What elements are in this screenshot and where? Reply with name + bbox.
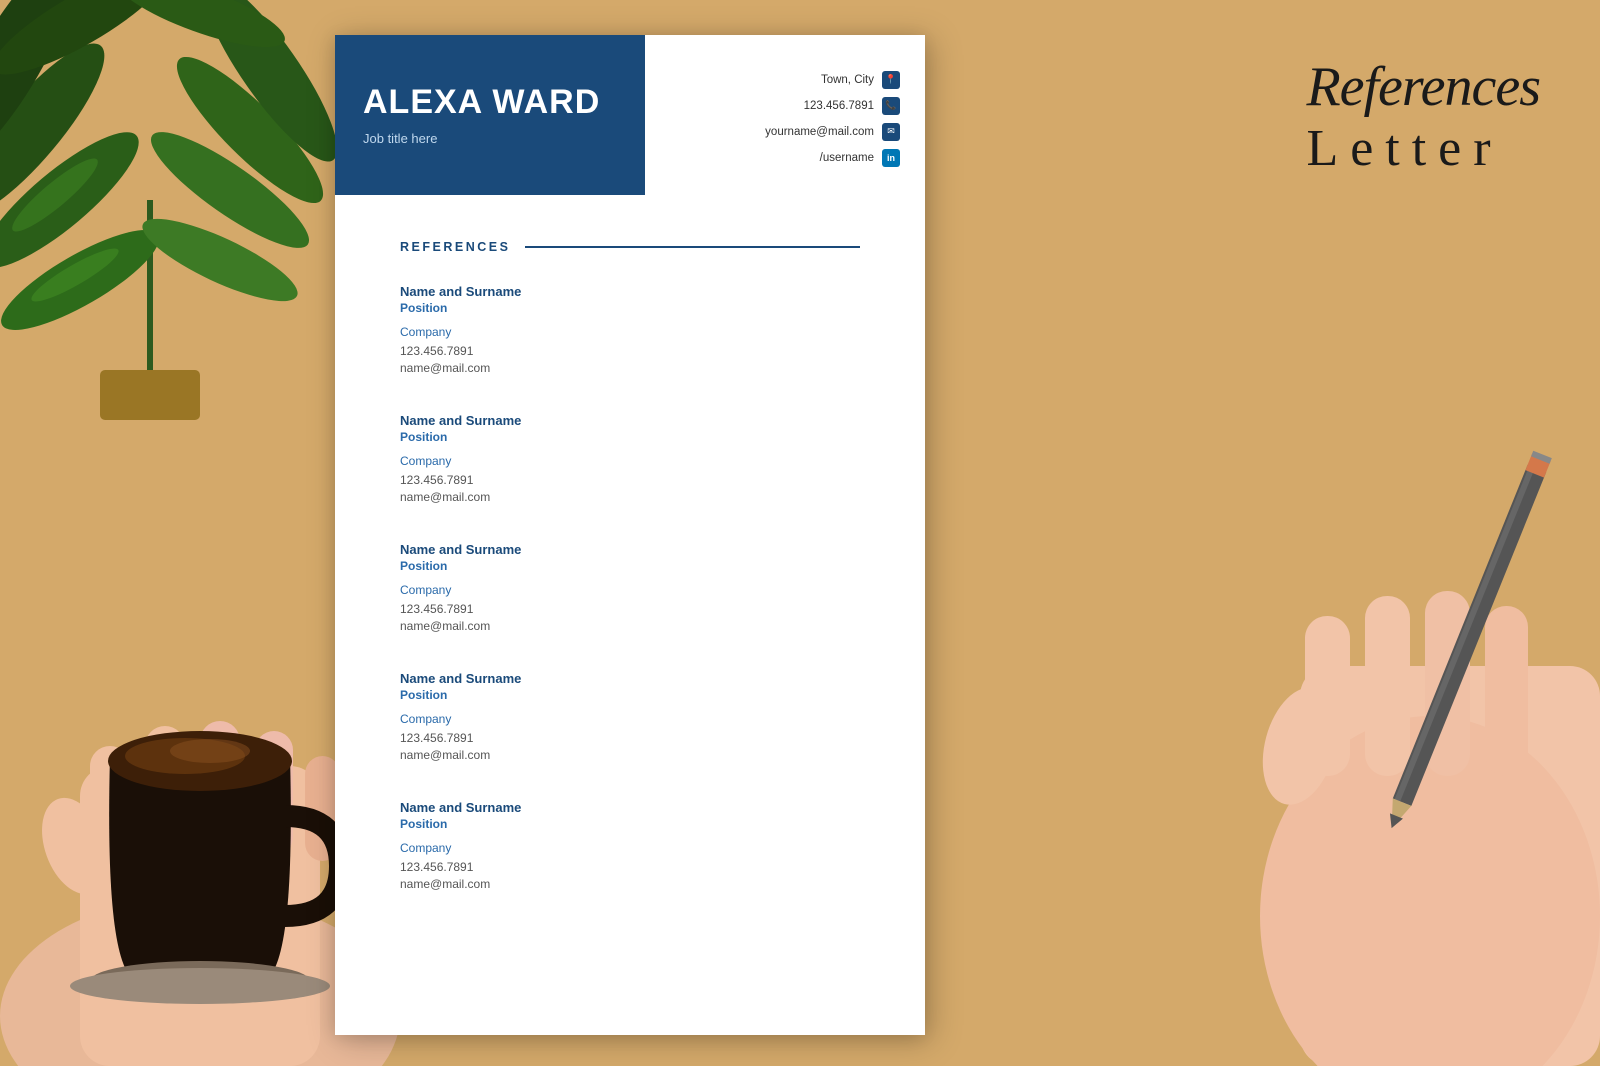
- phone-icon: 📞: [882, 97, 900, 115]
- reference-entry-3: Name and Surname Position Company 123.45…: [400, 542, 860, 633]
- ref5-phone: 123.456.7891: [400, 860, 860, 874]
- title-divider: [525, 246, 860, 248]
- contact-block: Town, City 📍 123.456.7891 📞 yourname@mai…: [645, 35, 925, 195]
- contact-phone: 123.456.7891 📞: [660, 97, 900, 115]
- name-block: ALEXA WARD Job title here: [335, 35, 645, 195]
- plant-decoration: [0, 0, 340, 420]
- hand-pencil-area: [1150, 366, 1600, 1066]
- person-name: ALEXA WARD: [363, 84, 617, 121]
- ref1-position: Position: [400, 301, 860, 315]
- ref5-position: Position: [400, 817, 860, 831]
- ref3-phone: 123.456.7891: [400, 602, 860, 616]
- ref1-company: Company: [400, 325, 860, 339]
- linkedin-text: /username: [820, 152, 874, 164]
- document-content: REFERENCES Name and Surname Position Com…: [335, 195, 925, 969]
- ref5-name: Name and Surname: [400, 800, 860, 815]
- ref5-email: name@mail.com: [400, 877, 860, 891]
- ref2-company: Company: [400, 454, 860, 468]
- ref3-name: Name and Surname: [400, 542, 860, 557]
- references-section-title: REFERENCES: [400, 240, 860, 254]
- ref1-name: Name and Surname: [400, 284, 860, 299]
- phone-text: 123.456.7891: [804, 100, 874, 112]
- contact-email: yourname@mail.com ✉: [660, 123, 900, 141]
- ref2-email: name@mail.com: [400, 490, 860, 504]
- ref4-phone: 123.456.7891: [400, 731, 860, 745]
- ref2-position: Position: [400, 430, 860, 444]
- reference-entry-5: Name and Surname Position Company 123.45…: [400, 800, 860, 891]
- document-header: ALEXA WARD Job title here Town, City 📍 1…: [335, 35, 925, 195]
- reference-entry-4: Name and Surname Position Company 123.45…: [400, 671, 860, 762]
- references-list: Name and Surname Position Company 123.45…: [400, 284, 860, 891]
- city-text: Town, City: [821, 74, 874, 86]
- ref4-position: Position: [400, 688, 860, 702]
- references-title-text: REFERENCES: [400, 240, 525, 254]
- email-icon: ✉: [882, 123, 900, 141]
- document-paper: ALEXA WARD Job title here Town, City 📍 1…: [335, 35, 925, 1035]
- title-letter-text: Letter: [1306, 119, 1540, 179]
- title-references-text: References: [1306, 55, 1540, 119]
- ref1-phone: 123.456.7891: [400, 344, 860, 358]
- contact-city: Town, City 📍: [660, 71, 900, 89]
- job-title: Job title here: [363, 131, 617, 146]
- ref5-company: Company: [400, 841, 860, 855]
- ref3-company: Company: [400, 583, 860, 597]
- linkedin-icon: in: [882, 149, 900, 167]
- email-text: yourname@mail.com: [765, 126, 874, 138]
- reference-entry-2: Name and Surname Position Company 123.45…: [400, 413, 860, 504]
- ref3-position: Position: [400, 559, 860, 573]
- ref4-company: Company: [400, 712, 860, 726]
- ref4-email: name@mail.com: [400, 748, 860, 762]
- location-icon: 📍: [882, 71, 900, 89]
- ref2-phone: 123.456.7891: [400, 473, 860, 487]
- reference-entry-1: Name and Surname Position Company 123.45…: [400, 284, 860, 375]
- ref1-email: name@mail.com: [400, 361, 860, 375]
- ref3-email: name@mail.com: [400, 619, 860, 633]
- contact-linkedin: /username in: [660, 149, 900, 167]
- page-title-block: References Letter: [1306, 55, 1540, 179]
- ref2-name: Name and Surname: [400, 413, 860, 428]
- ref4-name: Name and Surname: [400, 671, 860, 686]
